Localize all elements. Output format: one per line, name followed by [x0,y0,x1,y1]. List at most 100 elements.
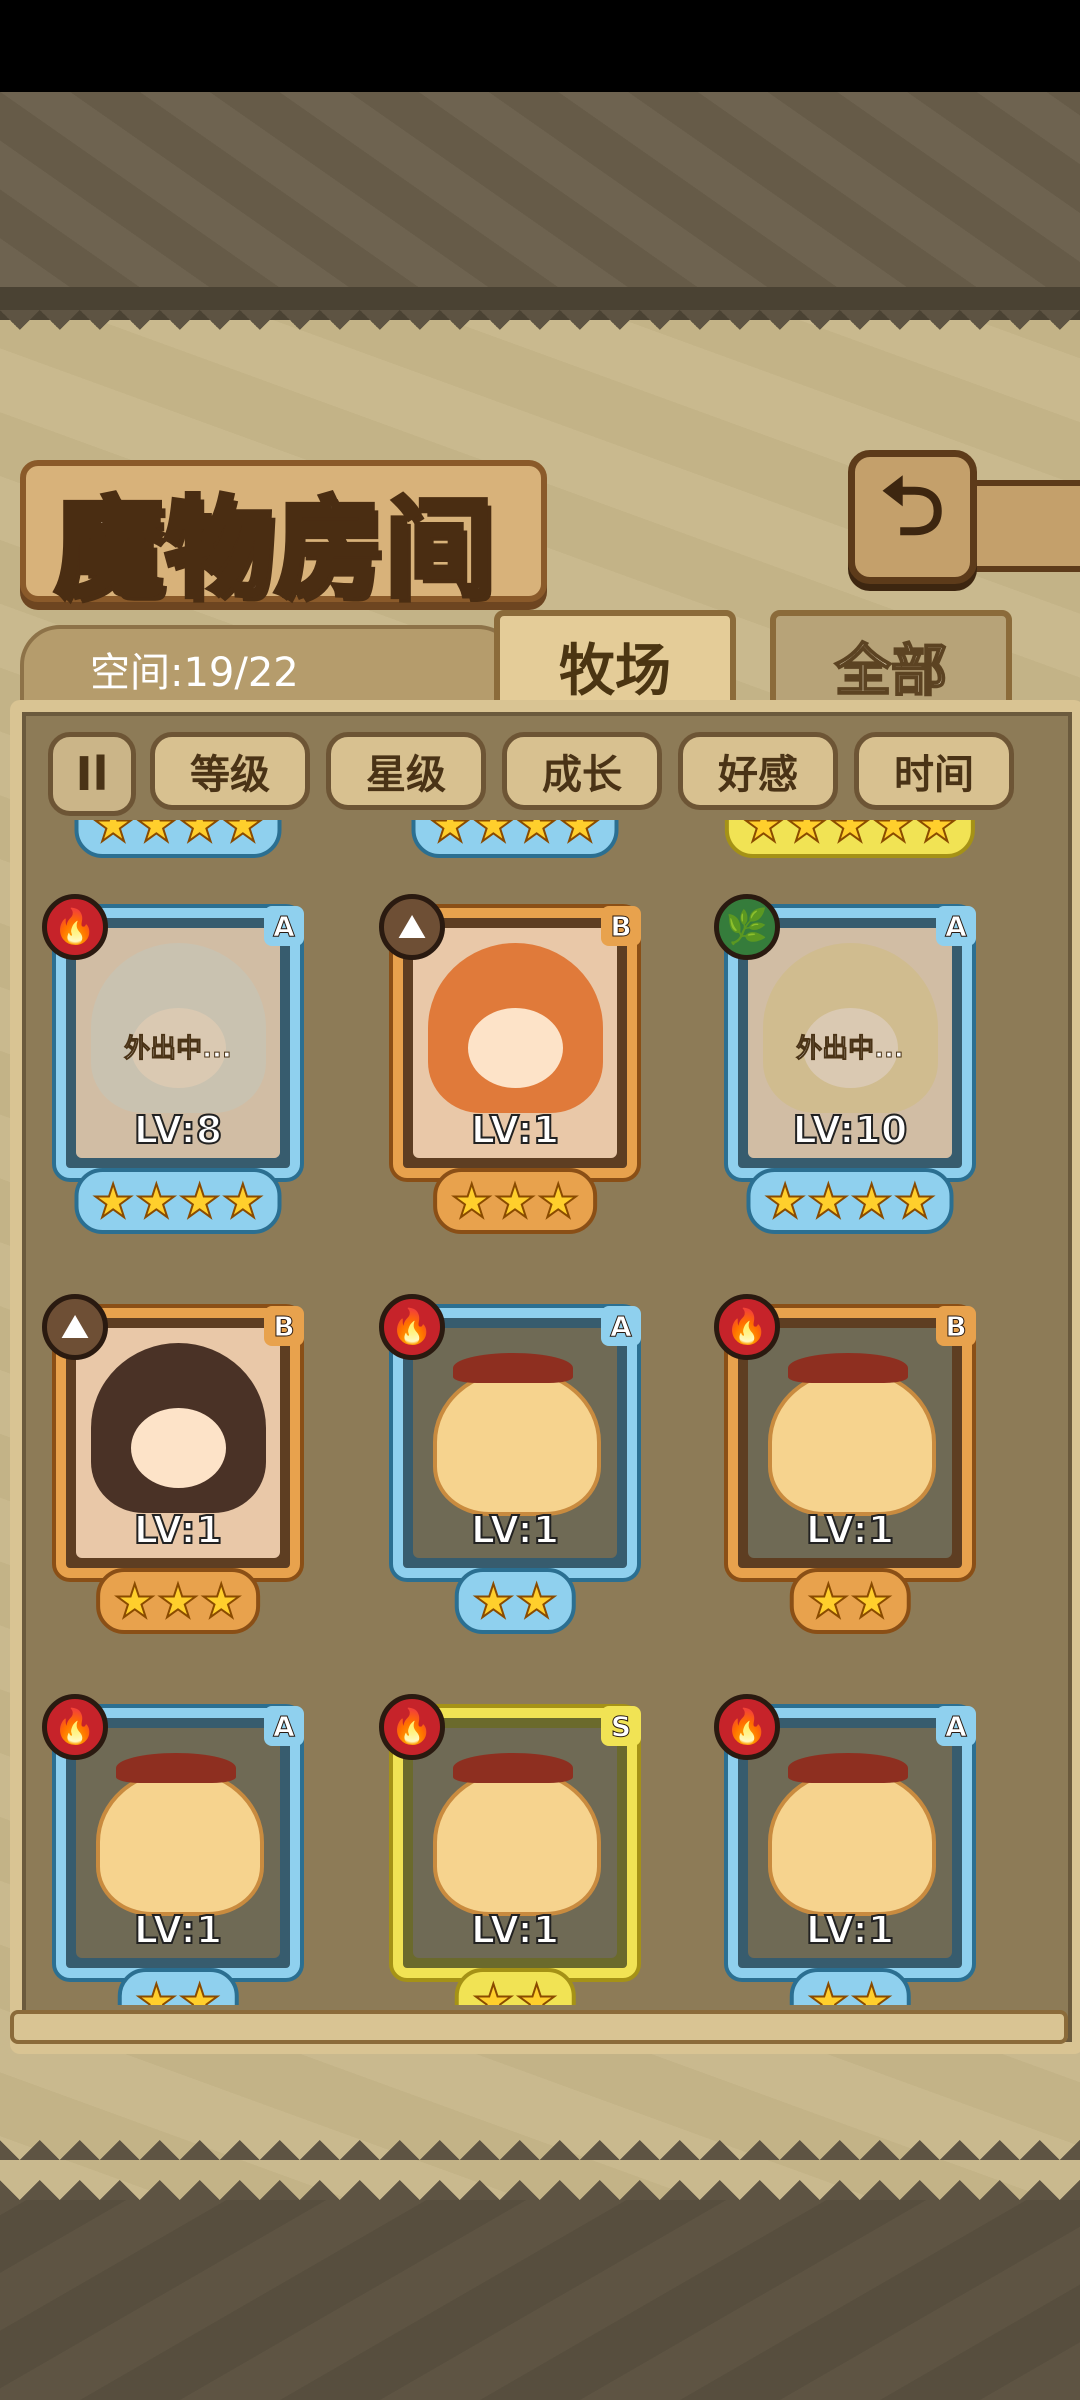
fire-element-icon: 🔥 [714,1694,780,1760]
earth-element-icon: ⛰ [42,1294,108,1360]
star-icon: ★ [472,820,515,852]
sort-affection-button[interactable]: 好感 [678,732,838,810]
rank-badge: A [264,1706,304,1746]
star-icon: ★ [178,1174,221,1228]
rank-badge: S [601,1706,641,1746]
back-button-extension [960,480,1080,572]
monster-level: LV:8 [133,1107,223,1153]
pudding-body [768,1768,936,1916]
star-rating: ★ ★ [454,1968,576,2005]
monster-card[interactable]: 外出中... LV:10 🌿 A ★ ★ ★ ★ [710,890,990,1234]
back-button[interactable]: ⮌ [848,450,977,584]
fire-element-icon: 🔥 [379,1294,445,1360]
fire-element-icon: 🔥 [42,1694,108,1760]
monster-portrait: LV:1 [413,928,617,1158]
rank-badge: B [936,1306,976,1346]
page-title: 魔物房间 [52,485,496,615]
sort-time-button[interactable]: 时间 [854,732,1014,810]
star-rating: ★ ★ ★ ★ [74,820,282,858]
star-icon: ★ [807,1974,850,2005]
sort-star-button[interactable]: 星级 [326,732,486,810]
back-arrow-icon: ⮌ [880,460,945,553]
star-icon: ★ [221,820,264,852]
star-icon: ★ [113,1574,156,1628]
star-icon: ★ [178,820,221,852]
monster-card[interactable]: LV:1 🔥 A ★ ★ [38,1690,318,2005]
star-icon: ★ [807,1174,850,1228]
star-icon: ★ [893,1174,936,1228]
star-rating: ★ ★ ★ ★ [411,820,619,858]
pudding-body [433,1368,601,1516]
away-status: 外出中... [124,1034,233,1065]
pudding-cap [453,1353,573,1383]
status-bar [0,0,1080,92]
star-icon: ★ [872,820,915,852]
monster-card[interactable]: LV:1 🔥 A ★ ★ [375,1290,655,1634]
monster-grid[interactable]: ★ ★ ★ ★ ★ ★ ★ ★ ★ ★ ★ ★ ★ 外出中... LV:8 🔥 A ★ ★ ★ ★ LV:1 ⛰ B ★ ★ ★ 外出… [30,820,1050,2005]
sort-level-button[interactable]: 等级 [150,732,310,810]
character-face [131,1408,226,1488]
star-icon: ★ [850,1974,893,2005]
pudding-body [433,1768,601,1916]
rank-badge: A [936,906,976,946]
star-icon: ★ [515,1974,558,2005]
star-icon: ★ [785,820,828,852]
monster-level: LV:1 [470,1907,560,1953]
star-icon: ★ [135,1174,178,1228]
star-icon: ★ [515,820,558,852]
fire-element-icon: 🔥 [714,1294,780,1360]
monster-card[interactable]: LV:1 ⛰ B ★ ★ ★ [38,1290,318,1634]
wood-element-icon: 🌿 [714,894,780,960]
monster-card-peek[interactable]: ★ ★ ★ ★ [38,820,318,865]
monster-card-peek[interactable]: ★ ★ ★ ★ [375,820,655,865]
star-icon: ★ [135,820,178,852]
map-background-bottom [0,2200,1080,2400]
star-rating: ★ ★ [789,1568,911,1634]
earth-element-icon: ⛰ [379,894,445,960]
monster-portrait: LV:1 [76,1728,280,1958]
star-icon: ★ [537,1174,580,1228]
star-rating: ★ ★ ★ [433,1168,597,1234]
rank-badge: B [601,906,641,946]
star-rating: ★ ★ ★ ★ [746,1168,954,1234]
star-rating: ★ ★ [454,1568,576,1634]
star-rating: ★ ★ ★ ★ [74,1168,282,1234]
star-icon: ★ [91,820,134,852]
monster-portrait: LV:1 [413,1328,617,1558]
monster-card[interactable]: LV:1 🔥 A ★ ★ [710,1690,990,2005]
pudding-cap [453,1753,573,1783]
star-icon: ★ [91,1174,134,1228]
sort-bar: Il 等级 星级 成长 好感 时间 [48,730,1038,816]
away-status: 外出中... [796,1034,905,1065]
monster-card[interactable]: LV:1 ⛰ B ★ ★ ★ [375,890,655,1234]
monster-level: LV:1 [805,1907,895,1953]
star-icon: ★ [156,1574,199,1628]
monster-level: LV:1 [470,1107,560,1153]
fire-element-icon: 🔥 [42,894,108,960]
star-icon: ★ [472,1974,515,2005]
sort-growth-button[interactable]: 成长 [502,732,662,810]
monster-card[interactable]: LV:1 🔥 B ★ ★ [710,1290,990,1634]
list-bottom-rail [10,2010,1068,2044]
monster-card-peek[interactable]: ★ ★ ★ ★ ★ [710,820,990,865]
pudding-cap [788,1353,908,1383]
star-icon: ★ [742,820,785,852]
star-icon: ★ [493,1174,536,1228]
star-icon: ★ [428,820,471,852]
map-background-top [0,92,1080,287]
monster-level: LV:10 [792,1107,909,1153]
monster-portrait: LV:1 [76,1328,280,1558]
monster-card[interactable]: LV:1 🔥 S ★ ★ [375,1690,655,2005]
panel-top-edge [0,310,1080,340]
pudding-body [96,1768,264,1916]
monster-level: LV:1 [470,1507,560,1553]
monster-portrait: LV:1 [413,1728,617,1958]
star-rating: ★ ★ ★ ★ ★ [724,820,976,858]
star-rating: ★ ★ [789,1968,911,2005]
monster-portrait: 外出中... LV:10 [748,928,952,1158]
sort-order-icon: Il [75,747,109,801]
character-face [468,1008,563,1088]
monster-card[interactable]: 外出中... LV:8 🔥 A ★ ★ ★ ★ [38,890,318,1234]
rank-badge: A [601,1306,641,1346]
sort-order-toggle[interactable]: Il [48,732,136,816]
